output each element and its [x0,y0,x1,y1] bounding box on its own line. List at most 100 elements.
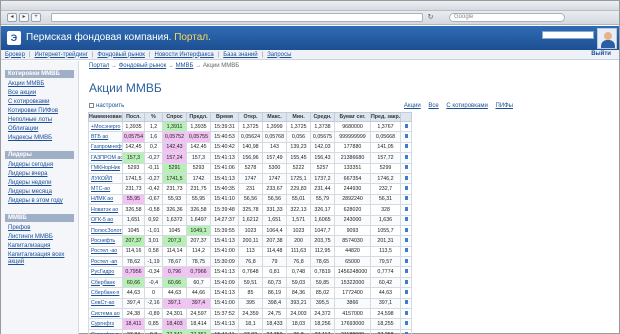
login-field[interactable] [542,31,594,39]
chart-icon[interactable] [404,154,408,159]
security-name-link[interactable]: Новатэк ао [88,204,123,216]
chart-icon[interactable] [404,227,408,232]
sidebar-item[interactable]: Все акции [1,89,78,98]
breadcrumb-item[interactable]: Фондовый рынок [119,63,167,69]
column-header[interactable]: Откр. [238,112,263,122]
nav-knowledge[interactable]: База знаний [223,52,257,58]
sidebar-item[interactable]: Капитализация всех акций [1,251,78,267]
security-name-link[interactable]: Сургнфгз-п [88,328,123,334]
chart-icon[interactable] [404,196,408,201]
security-name-link[interactable]: Сургнфгз [88,318,123,330]
chart-cell[interactable] [400,131,412,143]
security-name-link[interactable]: РусГидро [88,266,123,278]
filter-all[interactable]: Все [428,103,438,109]
chart-icon[interactable] [404,321,408,326]
chart-icon[interactable] [404,217,408,222]
security-name-link[interactable]: Ростел -ао [88,245,123,258]
chart-icon[interactable] [404,248,408,253]
sidebar-item[interactable]: Префов [1,224,78,233]
column-header[interactable]: Спрос [162,112,187,122]
table-row[interactable]: Сбербанк 60,66 -0,4 60,66 60,7 15:41:09 59,51 6… [88,276,412,289]
search-input[interactable]: Google [449,13,565,22]
column-header[interactable]: Пред. закр. [370,112,401,122]
table-row[interactable]: ВТБ ао 0,05754 1,6 0,05752 0,05755 15:40:53 0,… [88,131,412,143]
chart-icon[interactable] [404,310,408,315]
chart-cell[interactable] [400,297,412,310]
sidebar-item[interactable]: С котировками [1,98,78,107]
chart-cell[interactable] [400,224,412,237]
table-row[interactable]: ЛУКОЙЛ 1741,5 -0,27 1741,5 1742 15:41:13 1747 1… [88,172,412,185]
security-name-link[interactable]: Роснефть [88,235,123,247]
sidebar-item[interactable]: Лидеры в этом году [1,197,78,206]
column-header[interactable]: % [144,112,163,122]
filter-quoted[interactable]: С котировками [446,103,487,109]
table-row[interactable]: НЛМК ао 55,95 -0,67 55,93 55,95 15:41:10 56,56… [88,193,412,206]
chart-cell[interactable] [400,120,412,133]
nav-broker[interactable]: Брокер [5,52,25,58]
chart-cell[interactable] [400,276,412,289]
chart-cell[interactable] [400,152,412,164]
chart-cell[interactable] [400,172,412,185]
filter-pif[interactable]: ПИФы [496,103,514,109]
sidebar-item[interactable]: Акции ММВБ [1,80,78,89]
nav-news[interactable]: Новости Интерфакса [154,52,213,58]
breadcrumb-item[interactable]: ММВБ [176,63,194,69]
security-name-link[interactable]: ГМКНорНик [88,162,123,174]
chart-icon[interactable] [404,206,408,211]
table-row[interactable]: Сбербанк-п 44,63 0 44,63 44,66 15:41:13 85 86,1… [88,287,412,299]
address-bar[interactable] [51,13,423,22]
security-name-link[interactable]: Ростел -ап [88,256,123,268]
chart-icon[interactable] [404,186,408,191]
security-name-link[interactable]: ПолюсЗолот [88,224,123,237]
sidebar-item[interactable]: Листинги ММВБ [1,233,78,242]
sidebar-item[interactable]: Лидеры сегодня [1,161,78,170]
nav-trading[interactable]: Интернет-трейдинг [35,52,88,58]
forward-button[interactable]: ▸ [19,13,29,22]
security-name-link[interactable]: ВТБ ао [88,131,123,143]
chart-cell[interactable] [400,183,412,195]
security-name-link[interactable]: Сбербанк [88,276,123,289]
security-name-link[interactable]: ЛУКОЙЛ [88,172,123,185]
table-row[interactable]: ГМКНорНик 5293 -0,11 5291 5293 15:41:06 5278 53… [88,162,412,174]
column-header[interactable]: Средн. [310,112,335,122]
nav-stock-market[interactable]: Фондовый рынок [97,52,145,58]
chart-icon[interactable] [404,258,408,263]
nav-requests[interactable]: Запросы [267,52,291,58]
sidebar-item[interactable]: Индексы ММВБ [1,134,78,143]
chart-icon[interactable] [404,134,408,139]
chart-icon[interactable] [404,175,408,180]
sidebar-item[interactable]: Лидеры недели [1,179,78,188]
chart-cell[interactable] [400,287,412,299]
settings-toggle[interactable]: настроить [89,103,124,109]
table-row[interactable]: СевСт-ао 397,4 -2,16 397,1 397,4 15:41:00 395 3… [88,297,412,310]
sidebar-item[interactable]: Котировки ПИФов [1,107,78,116]
table-row[interactable]: МТС-ао 231,73 -0,42 231,73 231,75 15:40:35 231… [88,183,412,195]
chart-icon[interactable] [404,279,408,284]
logout-link[interactable]: Выйти [591,51,611,57]
chart-icon[interactable] [404,165,408,170]
security-name-link[interactable]: Сбербанк-п [88,287,123,299]
column-header[interactable]: Мин. [286,112,311,122]
chart-icon[interactable] [404,300,408,305]
sidebar-item[interactable]: Неполные лоты [1,116,78,125]
table-row[interactable]: Газпромнефть142,450,2142,43142,4515:40:4… [88,141,412,154]
settings-checkbox-icon[interactable] [89,103,94,108]
chart-cell[interactable] [400,141,412,154]
filter-shares[interactable]: Акции [404,103,421,109]
table-row[interactable]: Сургнфгз-п27,340,327,34127,36115:41:1127… [88,328,412,334]
table-row[interactable]: ПолюсЗолот 1045 -1,01 1045 1049,1 15:39:55 102… [88,224,412,237]
chart-cell[interactable] [400,328,412,334]
chart-cell[interactable] [400,245,412,258]
table-row[interactable]: РусГидро 0,7956 -0,34 0,796 0,7966 15:41:13 0,… [88,266,412,278]
column-header[interactable]: Наименование [88,112,123,122]
chart-icon[interactable] [404,289,408,294]
new-tab-button[interactable]: + [31,13,41,22]
table-row[interactable]: Сургнфгз 18,411 0,85 18,403 18,414 15:41:13 18… [88,318,412,330]
chart-cell[interactable] [400,235,412,247]
chart-cell[interactable] [400,193,412,206]
table-row[interactable]: +Мосэнерго 1,3935 1,2 1,3911 1,3935 15:39:31 1… [88,120,412,133]
table-row[interactable]: Новатэк ао 326,58 -0,58 326,36 326,58 15:39:4… [88,204,412,216]
sidebar-item[interactable]: Облигации [1,125,78,134]
column-header[interactable]: Предл. [186,112,211,122]
back-button[interactable]: ◂ [7,13,17,22]
